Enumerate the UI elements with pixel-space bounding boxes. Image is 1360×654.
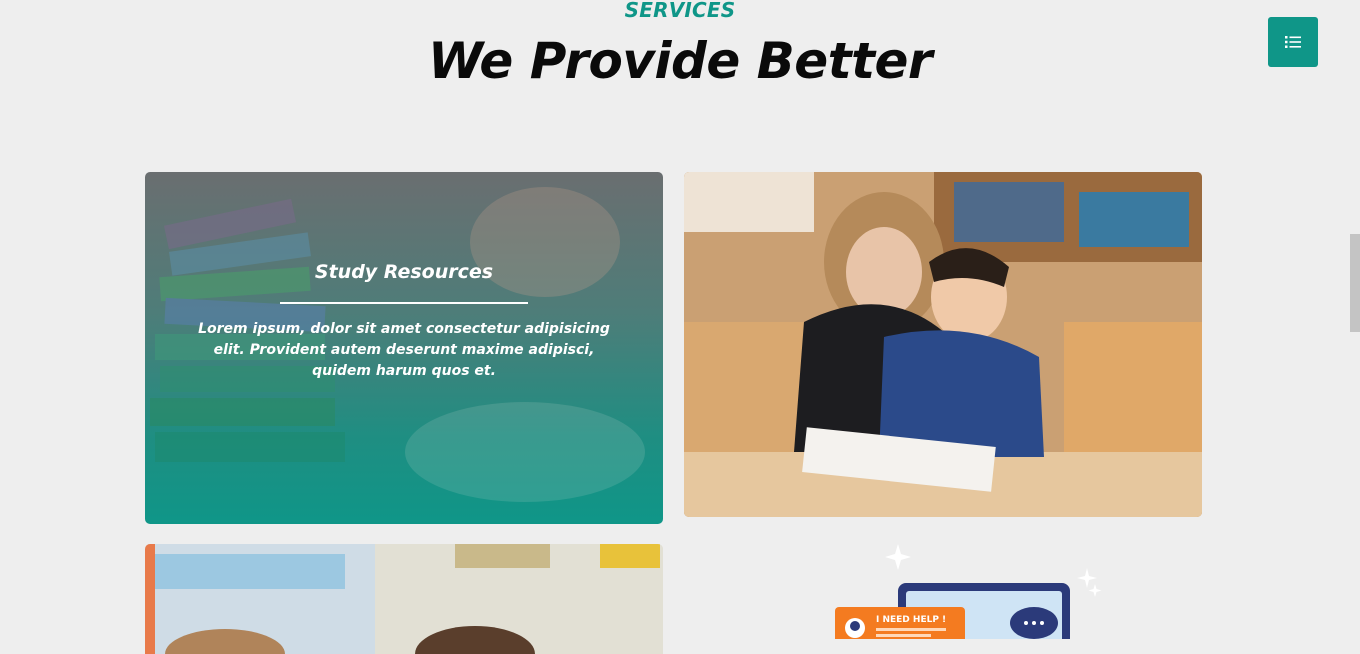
card-title-underline	[280, 302, 528, 304]
services-eyebrow: SERVICES	[624, 0, 736, 22]
scrollbar-thumb[interactable]	[1350, 234, 1360, 332]
online-help-illustration: I NEED HELP !	[835, 544, 1102, 639]
online-help-illustration-card[interactable]: I NEED HELP !	[830, 544, 1130, 639]
list-icon	[1285, 35, 1301, 49]
menu-button[interactable]	[1268, 17, 1318, 67]
card-description: Lorem ipsum, dolor sit amet consectetur …	[198, 321, 610, 379]
card-title: Study Resources	[314, 261, 494, 283]
service-card-classroom-photo[interactable]	[145, 544, 663, 654]
classroom-students-photo	[145, 544, 663, 654]
section-title: We Provide Better	[427, 32, 933, 90]
help-badge-text: I NEED HELP !	[876, 615, 946, 625]
service-card-study-resources[interactable]: Study Resources Lorem ipsum, dolor sit a…	[145, 172, 663, 524]
teacher-helping-student-photo	[684, 172, 1202, 517]
service-card-teacher-photo[interactable]	[684, 172, 1202, 517]
